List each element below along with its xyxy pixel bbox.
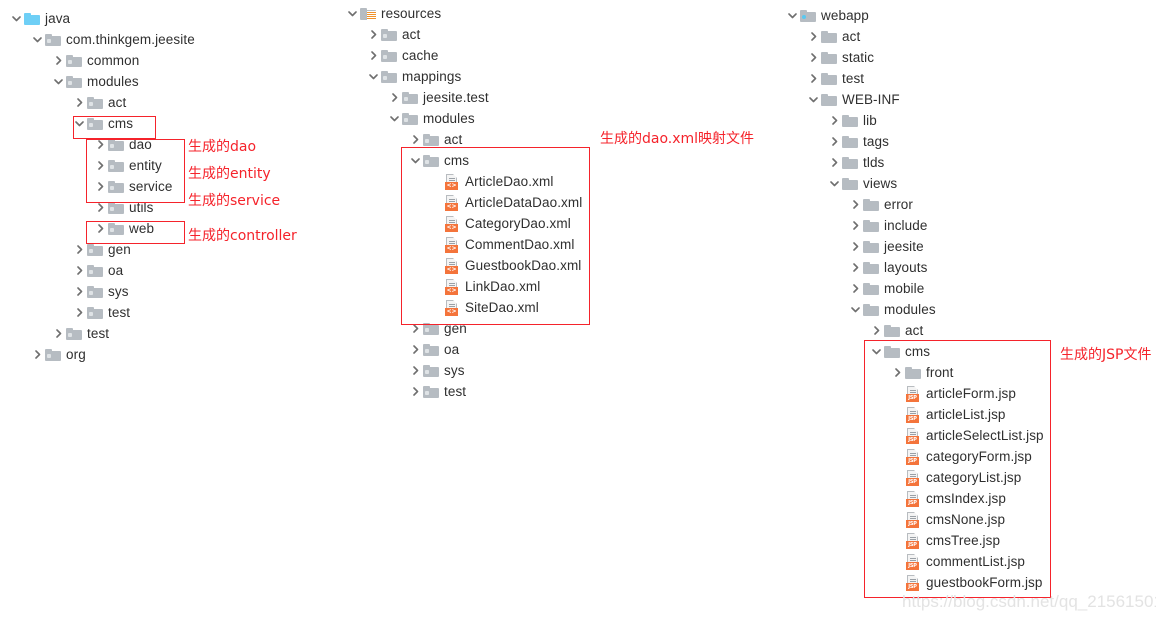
annotation-highlight-box [864, 340, 1051, 598]
annotation-note: 生成的controller [188, 228, 297, 244]
annotation-note: 生成的entity [188, 166, 271, 182]
annotation-highlight-box [86, 221, 185, 244]
annotation-layer: 生成的dao 生成的entity 生成的service 生成的controller 生成… [0, 0, 1156, 624]
annotation-note: 生成的JSP文件 [1060, 347, 1152, 363]
annotation-highlight-box [73, 116, 156, 139]
annotation-highlight-box [86, 139, 185, 203]
annotation-note: 生成的dao.xml映射文件 [600, 131, 755, 147]
watermark: https://blog.csdn.net/qq_21561501 [902, 592, 1156, 611]
annotation-note: 生成的service [188, 193, 281, 209]
annotation-note: 生成的dao [188, 139, 257, 155]
annotation-highlight-box [401, 147, 590, 325]
